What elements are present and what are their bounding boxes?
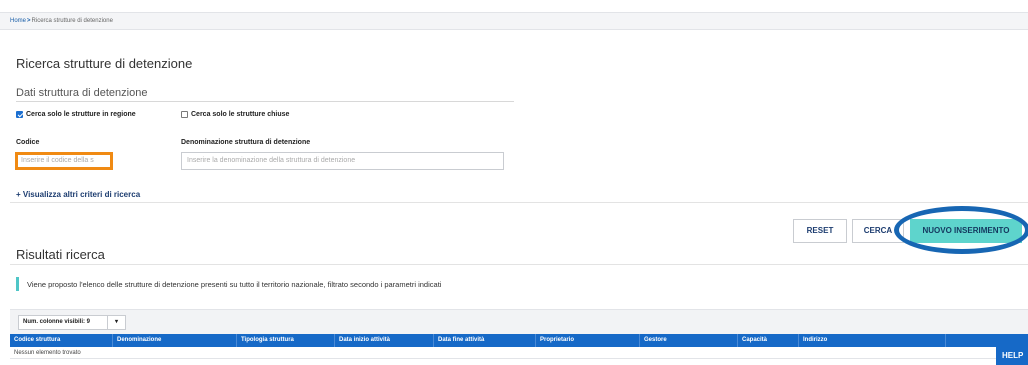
results-divider (10, 264, 1028, 265)
visible-columns-value: Num. colonne visibili: 9 (23, 319, 91, 325)
checkbox-closed[interactable]: Cerca solo le strutture chiuse (181, 111, 289, 118)
column-header[interactable]: Proprietario (536, 334, 640, 347)
table-toolbar: Num. colonne visibili: 9 ▾ (10, 309, 1028, 334)
breadcrumb-separator: > (27, 18, 31, 24)
column-header[interactable]: Gestore (640, 334, 738, 347)
checkbox-region-label: Cerca solo le strutture in regione (26, 111, 136, 118)
column-header[interactable]: Tipologia struttura (237, 334, 335, 347)
table-header: Codice struttura Denominazione Tipologia… (10, 334, 1028, 347)
table-empty-row: Nessun elemento trovato (10, 347, 1028, 359)
chevron-down-icon[interactable]: ▾ (115, 316, 118, 329)
breadcrumb-current: Ricerca strutture di detenzione (31, 18, 113, 24)
section-title: Dati struttura di detenzione (16, 87, 148, 99)
breadcrumb: Home>Ricerca strutture di detenzione (0, 12, 1028, 30)
checkbox-unchecked-icon[interactable] (181, 111, 188, 118)
form-divider (10, 202, 1028, 203)
denominazione-label: Denominazione struttura di detenzione (181, 139, 311, 146)
column-header[interactable]: Indirizzo (799, 334, 946, 347)
section-divider (16, 101, 514, 102)
column-header[interactable]: Codice struttura (10, 334, 113, 347)
column-header[interactable]: Denominazione (113, 334, 237, 347)
column-header[interactable]: Capacità (738, 334, 799, 347)
more-criteria-link[interactable]: + Visualizza altri criteri di ricerca (16, 190, 140, 199)
denominazione-input[interactable]: Inserire la denominazione della struttur… (181, 152, 504, 170)
column-header (946, 334, 1028, 347)
reset-button[interactable]: RESET (793, 219, 847, 243)
checkbox-region[interactable]: Cerca solo le strutture in regione (16, 111, 136, 118)
column-header[interactable]: Data fine attività (434, 334, 536, 347)
results-title: Risultati ricerca (16, 247, 105, 262)
column-header[interactable]: Data inizio attività (335, 334, 434, 347)
highlight-annotation (894, 206, 1028, 254)
breadcrumb-home-link[interactable]: Home (10, 18, 26, 24)
checkbox-closed-label: Cerca solo le strutture chiuse (191, 111, 290, 118)
visible-columns-select[interactable]: Num. colonne visibili: 9 ▾ (18, 315, 126, 330)
codice-label: Codice (16, 139, 40, 146)
checkbox-checked-icon[interactable] (16, 111, 23, 118)
page-title: Ricerca strutture di detenzione (16, 56, 193, 71)
info-marker-icon (16, 277, 19, 291)
results-info: Viene proposto l'elenco delle strutture … (27, 280, 442, 289)
select-divider (107, 316, 108, 329)
codice-input[interactable]: Inserire il codice della s (15, 152, 113, 170)
help-button[interactable]: HELP (996, 347, 1028, 365)
